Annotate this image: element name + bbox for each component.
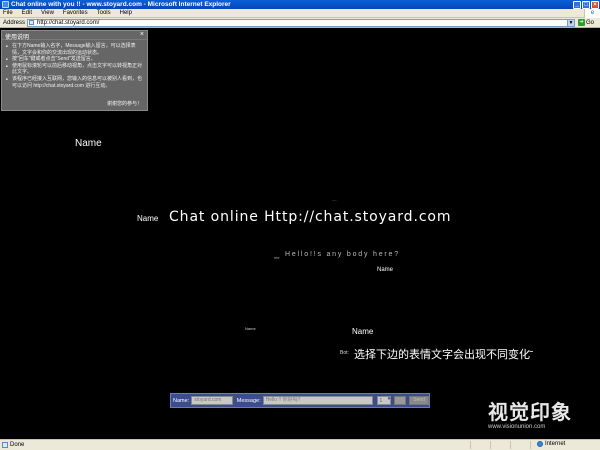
- window-title: Chat online with you !! - www.stoyard.co…: [11, 1, 231, 8]
- help-panel: 使用说明 × 在下方Name输入名字，Message输入留言，可以选择表情，文字…: [1, 30, 148, 111]
- floating-message[interactable]: Hello!!s any body here?: [285, 251, 400, 258]
- minimize-button[interactable]: _: [573, 0, 581, 9]
- zone-label: Internet: [545, 441, 566, 447]
- status-bar: Done Internet: [0, 439, 600, 450]
- menu-bar: File Edit View Favorites Tools Help e: [0, 9, 600, 18]
- color-picker[interactable]: [394, 396, 407, 405]
- watermark: 视觉印象 www.visionunion.com: [488, 396, 572, 430]
- name-input[interactable]: stoyard.com: [191, 396, 233, 405]
- maximize-button[interactable]: □: [582, 0, 590, 9]
- floating-name[interactable]: Name: [377, 267, 393, 273]
- status-text: Done: [10, 442, 25, 448]
- status-divider: [530, 441, 531, 449]
- globe-icon: [537, 441, 543, 447]
- address-bar: Address http://chat.stoyard.com/ ▼ ➜ Go: [0, 18, 600, 28]
- emotion-select[interactable]: 1: [377, 396, 392, 405]
- floating-message[interactable]: ~: [527, 346, 533, 358]
- help-item: 使用鼠标滚轮可以前后移动视角，点击文字可以转视角正对此文字。: [6, 63, 142, 76]
- go-arrow-icon: ➜: [578, 19, 586, 26]
- security-zone: Internet: [537, 441, 565, 447]
- floating-message[interactable]: Chat online Http://chat.stoyard.com: [169, 209, 451, 225]
- name-label: Name:: [173, 397, 190, 404]
- status-divider: [470, 441, 471, 449]
- floating-name[interactable]: Name: [75, 138, 102, 149]
- chat-input-bar: Name: stoyard.com Message: Hello !! 你好吗?…: [170, 393, 430, 408]
- help-item: 该程序已经接入互联网，您输入的信息可以被别人看到，也可以访问 http://ch…: [6, 76, 142, 89]
- help-item: 按"回车"键或者点击"Send"发送留言。: [6, 56, 142, 63]
- address-url: http://chat.stoyard.com/: [37, 19, 100, 26]
- close-icon[interactable]: ×: [140, 31, 144, 38]
- address-dropdown-icon[interactable]: ▼: [567, 19, 575, 26]
- floating-name[interactable]: Name: [137, 214, 158, 223]
- flash-chat-canvas[interactable]: 使用说明 × 在下方Name输入名字，Message输入留言，可以选择表情，文字…: [0, 28, 600, 439]
- floating-message[interactable]: 选择下边的表情文字会出现不同变化: [354, 346, 530, 362]
- menu-file[interactable]: File: [3, 10, 13, 16]
- emotion-value: 1: [379, 398, 383, 404]
- ie-icon: [2, 1, 9, 8]
- menu-tools[interactable]: Tools: [97, 10, 111, 16]
- status-divider: [490, 441, 491, 449]
- close-button[interactable]: ×: [591, 0, 599, 9]
- watermark-logo: 视觉印象: [488, 400, 572, 424]
- go-button[interactable]: ➜ Go: [578, 19, 594, 26]
- menu-help[interactable]: Help: [120, 10, 132, 16]
- go-label: Go: [586, 19, 595, 26]
- status-divider: [510, 441, 511, 449]
- window-controls: _ □ ×: [573, 0, 599, 9]
- message-label: Message:: [236, 397, 261, 404]
- window-title-bar: Chat online with you !! - www.stoyard.co…: [0, 0, 600, 9]
- menu-edit[interactable]: Edit: [22, 10, 32, 16]
- page-icon: [29, 20, 35, 25]
- help-item: 在下方Name输入名字，Message输入留言，可以选择表情，文字会和你的交流出…: [6, 43, 142, 56]
- message-input[interactable]: Hello !! 你好吗?: [262, 396, 374, 405]
- help-thanks: 谢谢您的参与！: [106, 101, 142, 107]
- send-button[interactable]: Send: [409, 396, 429, 405]
- floating-name[interactable]: me: [274, 255, 280, 260]
- help-list: 在下方Name输入名字，Message输入留言，可以选择表情，文字会和你的交流出…: [2, 40, 147, 89]
- floating-message[interactable]: ~~: [332, 198, 337, 203]
- floating-name[interactable]: Name: [352, 327, 373, 336]
- floating-name[interactable]: Bot:: [340, 350, 349, 356]
- menu-favorites[interactable]: Favorites: [63, 10, 88, 16]
- help-panel-title: 使用说明: [2, 31, 147, 41]
- address-input[interactable]: http://chat.stoyard.com/ ▼: [27, 18, 576, 27]
- page-done-icon: [2, 442, 8, 448]
- address-label: Address: [3, 19, 26, 26]
- ie-throbber-icon: e: [584, 9, 600, 18]
- floating-name[interactable]: Name: [245, 326, 256, 331]
- menu-view[interactable]: View: [41, 10, 54, 16]
